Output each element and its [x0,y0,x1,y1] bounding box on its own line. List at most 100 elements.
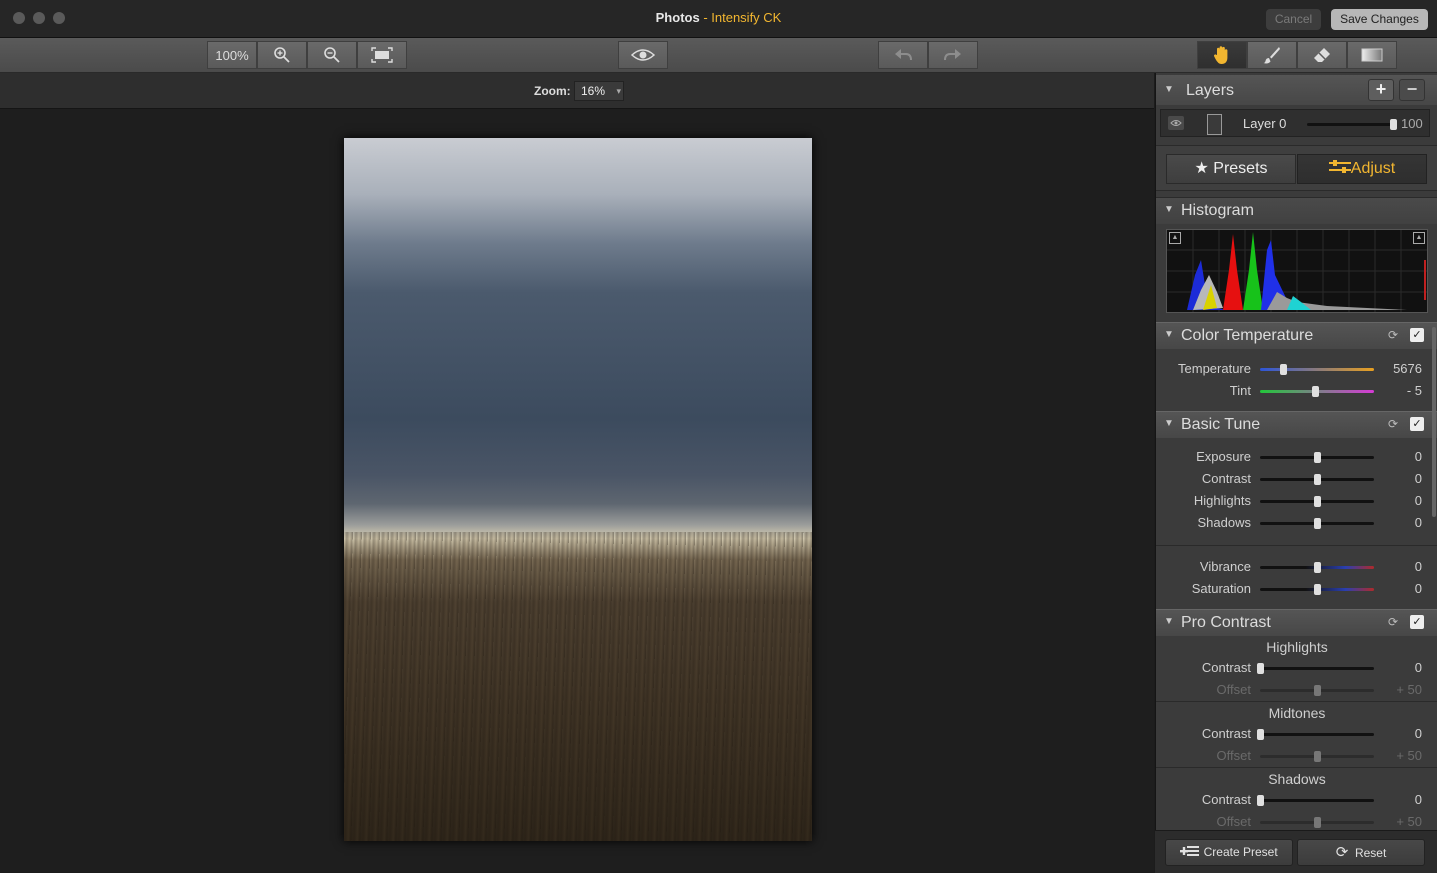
cancel-button[interactable]: Cancel [1266,9,1321,30]
chevron-down-icon: ▾ [616,86,621,96]
tint-slider[interactable] [1260,386,1374,397]
image-canvas[interactable] [0,109,1154,872]
vibrance-label: Vibrance [1199,559,1251,574]
zoom-out-icon [324,47,340,63]
pro-contrast-header[interactable]: ▼ Pro Contrast ⟳ ✓ [1156,609,1437,636]
undo-button[interactable] [878,41,928,69]
tab-adjust[interactable]: Adjust [1297,154,1427,184]
brush-tool-icon [1263,47,1280,64]
collapse-triangle-icon[interactable]: ▼ [1164,204,1174,215]
zoom-select[interactable]: 16% ▾ [574,81,624,101]
highlights-slider[interactable] [1260,496,1374,507]
zoom-in-button[interactable] [257,41,307,69]
highlights-contrast-knob[interactable] [1257,663,1264,674]
highlights-slider-row: Highlights 0 [1156,491,1437,511]
contrast-knob[interactable] [1314,474,1321,485]
offset-value: + 50 [1396,814,1422,829]
highlights-offset-knob[interactable] [1314,685,1321,696]
shadows-offset-row: Offset + 50 [1156,812,1437,832]
shadows-knob[interactable] [1314,518,1321,529]
zoom-label: Zoom: [534,84,571,98]
shadows-offset-knob[interactable] [1314,817,1321,828]
shadows-slider[interactable] [1260,518,1374,529]
temperature-knob[interactable] [1279,364,1287,375]
eye-icon [1170,120,1182,126]
midtones-contrast-slider[interactable] [1257,729,1374,740]
temperature-label: Temperature [1178,361,1251,376]
shadows-contrast-slider[interactable] [1257,795,1374,806]
enable-checkbox[interactable]: ✓ [1410,615,1424,629]
layer-thumbnail [1207,114,1222,135]
add-layer-button[interactable]: + [1368,79,1394,101]
vibrance-knob[interactable] [1314,562,1321,573]
basic-tune-header[interactable]: ▼ Basic Tune ⟳ ✓ [1156,411,1437,438]
preview-toggle-button[interactable] [618,41,668,69]
highlights-knob[interactable] [1314,496,1321,507]
midtones-offset-slider[interactable] [1260,751,1374,762]
reset-section-icon[interactable]: ⟳ [1388,615,1398,629]
pro-contrast-title: Pro Contrast [1181,614,1271,631]
exposure-slider[interactable] [1260,452,1374,463]
collapse-triangle-icon[interactable]: ▼ [1164,329,1174,340]
layer-opacity-slider[interactable] [1307,119,1397,130]
collapse-triangle-icon[interactable]: ▼ [1164,616,1174,627]
highlights-value: 0 [1414,493,1422,508]
layer-row[interactable]: Layer 0 100 [1160,109,1430,137]
vibrance-slider[interactable] [1260,562,1374,573]
enable-checkbox[interactable]: ✓ [1410,328,1424,342]
histogram-header[interactable]: ▼ Histogram [1156,197,1437,224]
layer-visibility-toggle[interactable] [1168,116,1184,130]
reset-button[interactable]: ⟳ Reset [1297,839,1425,866]
create-preset-button[interactable]: Create Preset [1165,839,1293,866]
color-temperature-header[interactable]: ▼ Color Temperature ⟳ ✓ [1156,322,1437,349]
midtones-offset-knob[interactable] [1314,751,1321,762]
histogram-title: Histogram [1181,202,1254,219]
temperature-slider[interactable] [1260,364,1374,375]
contrast-slider[interactable] [1260,474,1374,485]
reset-section-icon[interactable]: ⟳ [1388,417,1398,431]
offset-value: + 50 [1396,748,1422,763]
contrast-value: 0 [1414,471,1422,486]
hand-tool-button[interactable] [1197,41,1247,69]
enable-checkbox[interactable]: ✓ [1410,417,1424,431]
tint-knob[interactable] [1311,386,1319,397]
layer-opacity-knob[interactable] [1390,119,1397,130]
divider [1156,767,1437,768]
minus-icon: − [1406,79,1418,99]
shadows-offset-slider[interactable] [1260,817,1374,828]
midtones-contrast-knob[interactable] [1257,729,1264,740]
saturation-knob[interactable] [1314,584,1321,595]
photo-preview[interactable] [344,138,812,841]
highlights-offset-slider[interactable] [1260,685,1374,696]
presets-adjust-tabs: ★ Presets Adjust [1156,145,1437,191]
refresh-icon: ⟳ [1335,844,1349,861]
fit-screen-button[interactable] [357,41,407,69]
gradient-tool-button[interactable] [1347,41,1397,69]
save-changes-button[interactable]: Save Changes [1331,9,1428,30]
zoom-100-button[interactable]: 100% [207,41,257,69]
shadows-contrast-knob[interactable] [1257,795,1264,806]
saturation-slider[interactable] [1260,584,1374,595]
brush-tool-button[interactable] [1247,41,1297,69]
redo-button[interactable] [928,41,978,69]
collapse-triangle-icon[interactable]: ▼ [1164,418,1174,429]
eraser-tool-button[interactable] [1297,41,1347,69]
remove-layer-button[interactable]: − [1399,79,1425,101]
tab-presets[interactable]: ★ Presets [1166,154,1296,184]
highlights-contrast-row: Contrast 0 [1156,658,1437,678]
shadow-clipping-toggle[interactable]: ▲ [1169,232,1181,244]
exposure-knob[interactable] [1314,452,1321,463]
layers-header[interactable]: ▼ Layers + − [1156,75,1437,105]
highlight-clipping-toggle[interactable]: ▲ [1413,232,1425,244]
collapse-triangle-icon[interactable]: ▼ [1164,84,1174,95]
histogram-chart: ▲ ▲ [1166,229,1428,313]
saturation-slider-row: Saturation 0 [1156,579,1437,599]
star-icon: ★ [1194,160,1209,177]
zoom-out-button[interactable] [307,41,357,69]
plus-icon: + [1375,79,1387,99]
temperature-value: 5676 [1393,361,1422,376]
reset-section-icon[interactable]: ⟳ [1388,328,1398,342]
exposure-label: Exposure [1196,449,1251,464]
highlights-contrast-slider[interactable] [1257,663,1374,674]
panel-scrollbar[interactable] [1432,327,1436,517]
